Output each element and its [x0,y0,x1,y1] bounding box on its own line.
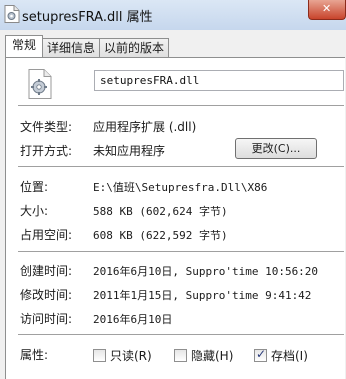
accessed-label: 访问时间: [20,312,73,326]
tab-bar: 常规 详细信息 以前的版本 [5,35,170,57]
tab-details[interactable]: 详细信息 [42,38,101,57]
properties-dialog: setupresFRA.dll 属性 ✕ 常规 详细信息 以前的版本 setup… [0,0,346,379]
window-title: setupresFRA.dll 属性 [22,10,153,25]
hidden-checkbox[interactable] [174,349,187,362]
file-type-label: 文件类型: [20,120,73,134]
readonly-label: 只读(R) [110,349,152,363]
dll-file-icon [4,5,20,23]
accessed-value: 2016年6月10日 [93,313,173,326]
attributes-label: 属性: [20,348,49,362]
separator [18,166,344,168]
file-name-field[interactable]: setupresFRA.dll [94,70,344,91]
tab-general[interactable]: 常规 [5,35,44,57]
hidden-label: 隐藏(H) [191,349,234,363]
checkmark-icon: ✓ [256,347,267,361]
size-label: 大小: [20,204,49,218]
general-panel: setupresFRA.dll 文件类型: 应用程序扩展 (.dll) 打开方式… [5,57,345,379]
location-value: E:\值班\Setupresfra.Dll\X86 [93,181,268,194]
close-button[interactable]: ✕ [308,0,346,20]
separator [18,334,344,336]
size-value: 588 KB (602,624 字节) [93,205,228,218]
location-label: 位置: [20,180,49,194]
tab-previous-versions[interactable]: 以前的版本 [99,38,170,57]
created-value: 2016年6月10日, Suppro'time 10:56:20 [93,265,319,278]
disk-size-label: 占用空间: [20,228,73,242]
disk-size-value: 608 KB (622,592 字节) [93,229,228,242]
archive-checkbox[interactable]: ✓ [254,347,267,362]
modified-value: 2011年1月15日, Suppro'time 9:41:42 [93,289,312,302]
close-icon: ✕ [322,2,332,15]
title-bar[interactable]: setupresFRA.dll 属性 ✕ [0,0,346,30]
readonly-checkbox-group[interactable]: 只读(R) [93,347,152,364]
open-with-value: 未知应用程序 [93,144,166,158]
readonly-checkbox[interactable] [93,349,106,362]
archive-checkbox-group[interactable]: ✓ 存档(I) [254,347,308,364]
open-with-label: 打开方式: [20,144,73,158]
archive-label: 存档(I) [271,349,308,363]
change-button[interactable]: 更改(C)... [235,138,317,159]
modified-label: 修改时间: [20,288,73,302]
hidden-checkbox-group[interactable]: 隐藏(H) [174,347,233,364]
separator [18,251,344,253]
separator [18,105,344,107]
dll-file-icon [28,69,52,99]
created-label: 创建时间: [20,264,73,278]
file-type-value: 应用程序扩展 (.dll) [93,120,197,134]
